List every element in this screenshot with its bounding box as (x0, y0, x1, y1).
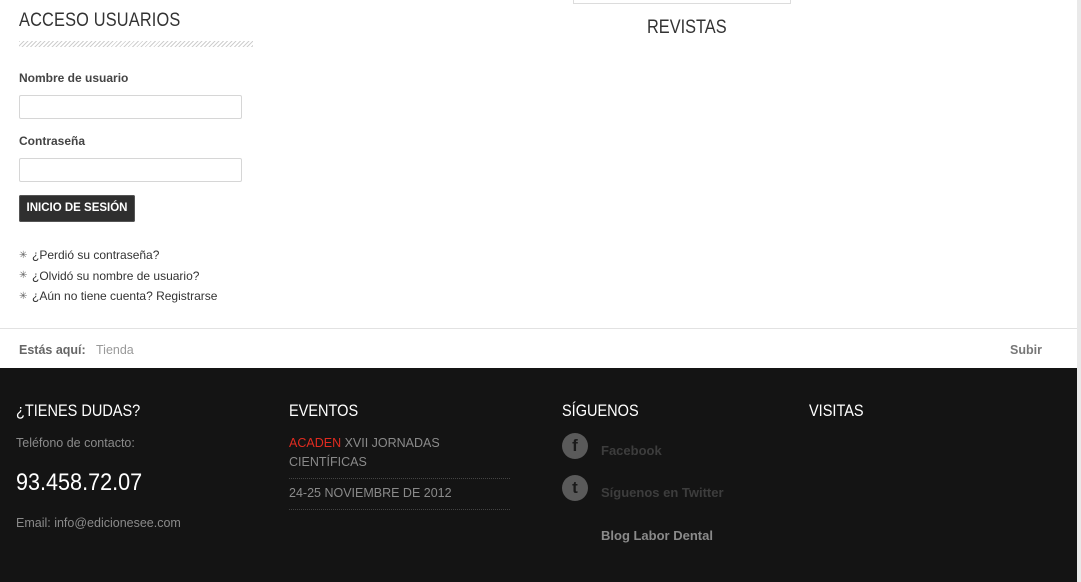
facebook-icon[interactable]: f (562, 433, 588, 459)
forgot-username-link[interactable]: ¿Olvidó su nombre de usuario? (32, 269, 199, 283)
username-input[interactable] (19, 95, 242, 119)
event-divider (289, 509, 510, 510)
password-label: Contraseña (19, 134, 86, 148)
breadcrumb: Estás aquí: Tienda Subir (0, 328, 1077, 369)
breadcrumb-item-tienda: Tienda (96, 343, 134, 357)
login-title: ACCESO USUARIOS (19, 10, 181, 31)
forgot-password-item: ✳ ¿Perdió su contraseña? (19, 245, 217, 266)
login-links: ✳ ¿Perdió su contraseña? ✳ ¿Olvidó su no… (19, 245, 217, 307)
event-link[interactable]: ACADEN XVII JORNADAS CIENTÍFICAS (289, 434, 489, 472)
bullet-icon: ✳ (19, 249, 28, 261)
events-heading: EVENTOS (289, 402, 359, 420)
breadcrumb-label: Estás aquí: (19, 343, 86, 357)
register-link[interactable]: ¿Aún no tiene cuenta? Registrarse (32, 289, 217, 303)
phone-number: 93.458.72.07 (16, 469, 143, 496)
revistas-title: REVISTAS (647, 17, 727, 38)
scrollbar-edge (1077, 0, 1081, 582)
blog-link[interactable]: Blog Labor Dental (601, 528, 713, 543)
phone-label: Teléfono de contacto: (16, 436, 135, 450)
password-input[interactable] (19, 158, 242, 182)
forgot-password-link[interactable]: ¿Perdió su contraseña? (32, 248, 159, 262)
register-item: ✳ ¿Aún no tiene cuenta? Registrarse (19, 286, 217, 307)
username-label: Nombre de usuario (19, 71, 129, 85)
title-divider (19, 41, 253, 47)
bullet-icon: ✳ (19, 290, 28, 302)
visits-heading: VISITAS (809, 402, 864, 420)
follow-heading: SÍGUENOS (562, 402, 639, 420)
contact-heading: ¿TIENES DUDAS? (16, 402, 141, 420)
event-date: 24-25 NOVIEMBRE DE 2012 (289, 486, 452, 500)
login-button[interactable]: INICIO DE SESIÓN (19, 195, 135, 222)
forgot-username-item: ✳ ¿Olvidó su nombre de usuario? (19, 266, 217, 287)
bullet-icon: ✳ (19, 270, 28, 282)
twitter-icon[interactable]: t (562, 475, 588, 501)
event-highlight: ACADEN (289, 436, 342, 450)
module-box-edge (573, 0, 791, 4)
twitter-link[interactable]: Síguenos en Twitter (601, 485, 724, 500)
event-divider (289, 478, 510, 479)
facebook-link[interactable]: Facebook (601, 443, 662, 458)
contact-email[interactable]: Email: info@edicionesee.com (16, 516, 181, 530)
back-to-top-link[interactable]: Subir (1010, 343, 1042, 357)
footer: ¿TIENES DUDAS? Teléfono de contacto: 93.… (0, 368, 1077, 582)
